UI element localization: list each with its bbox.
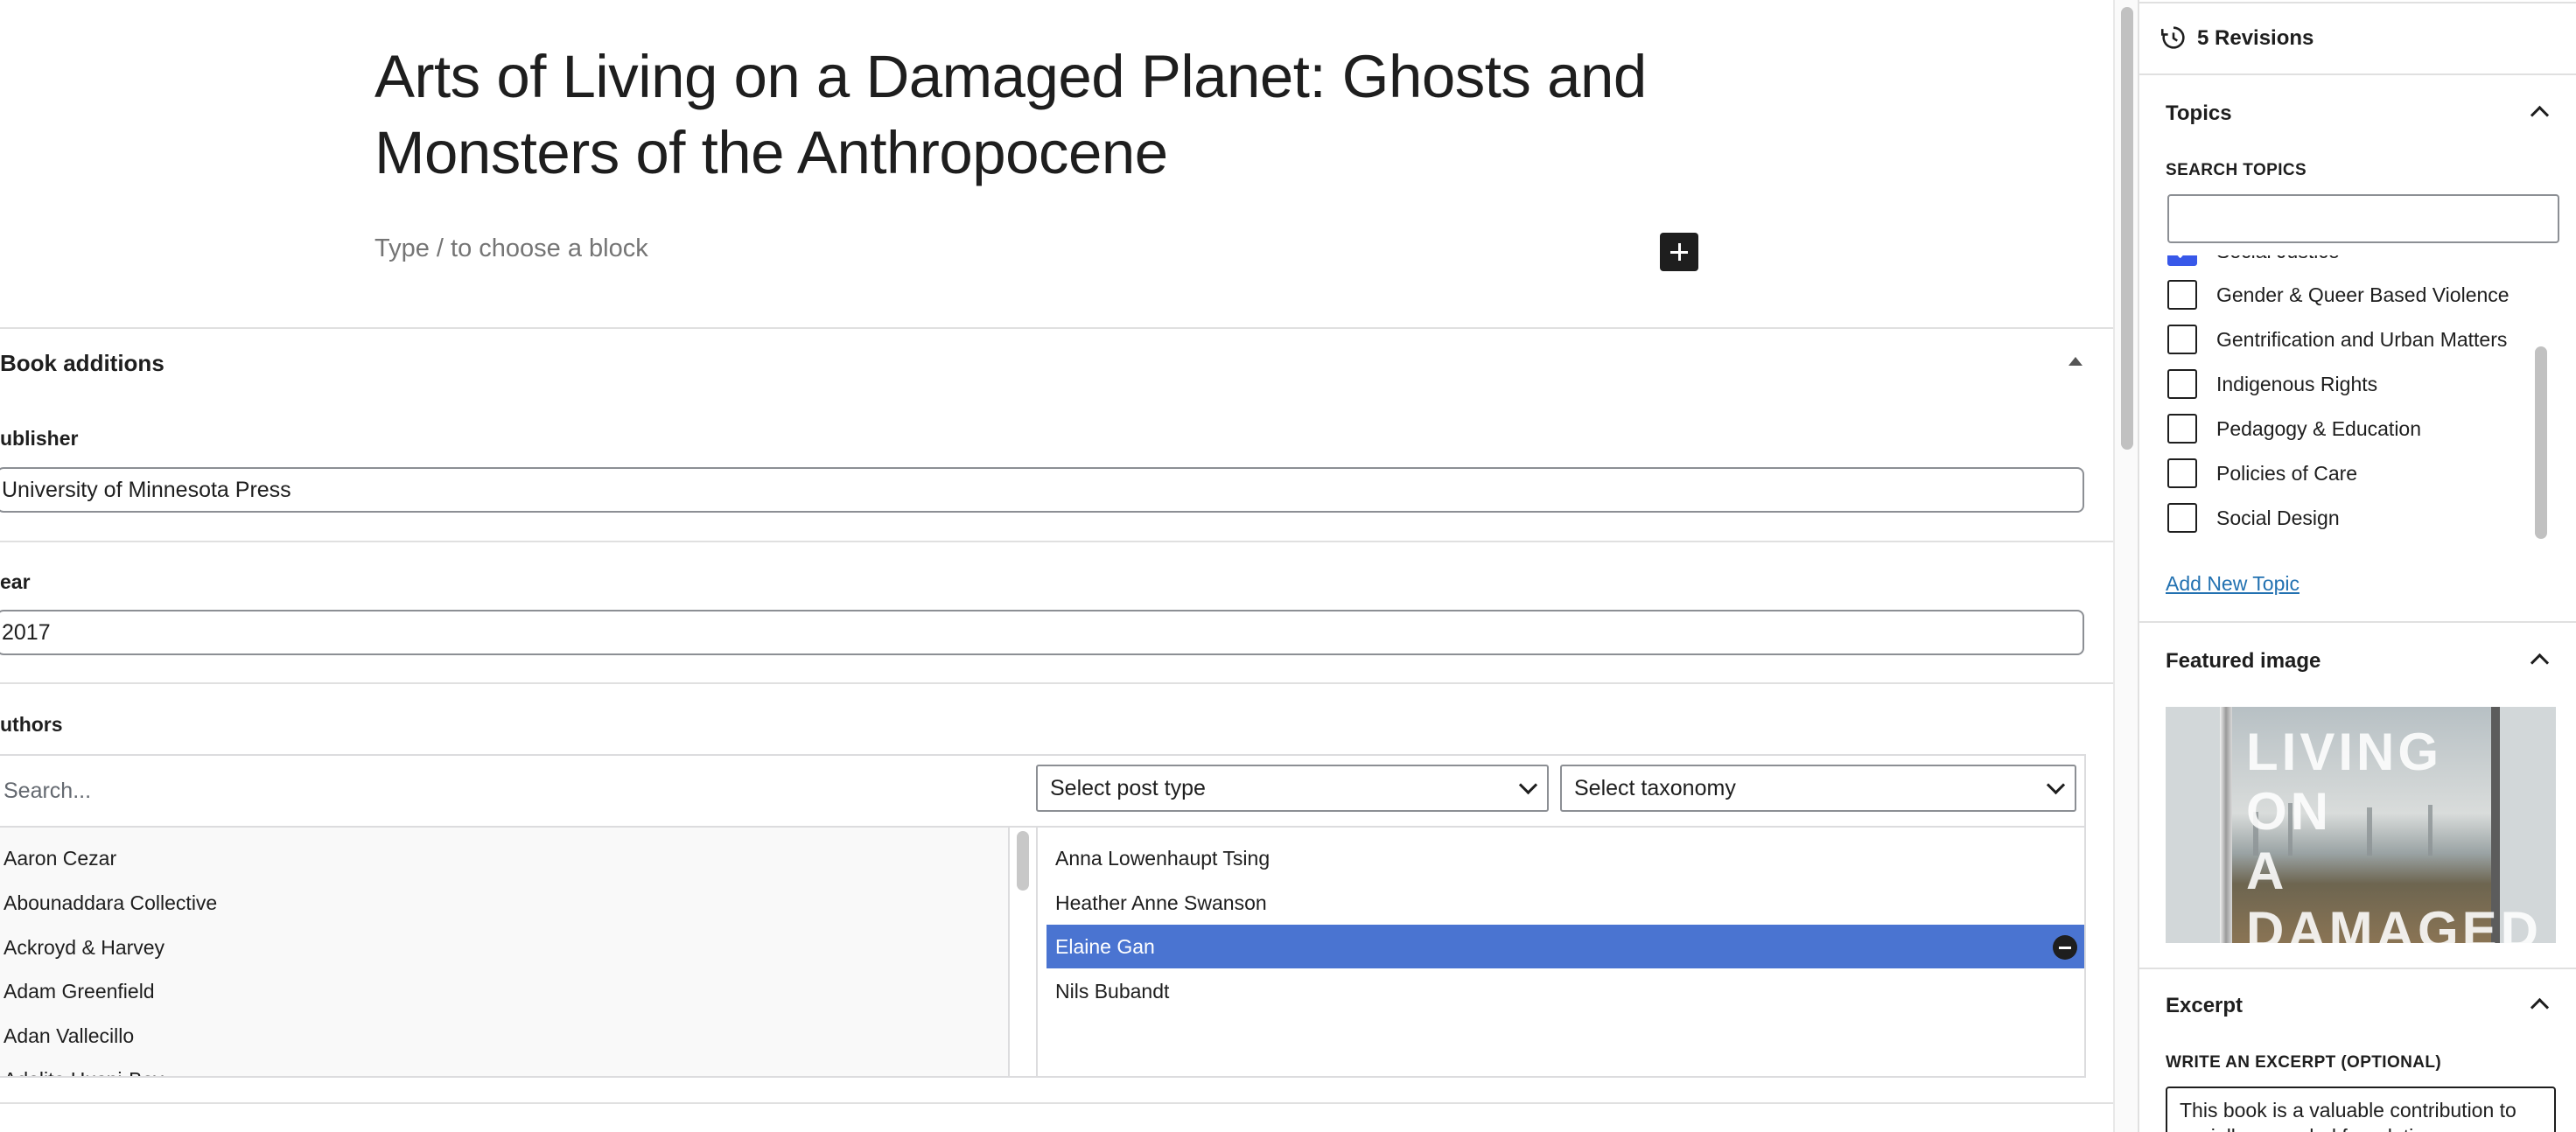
cover-text: DAMAGED	[2246, 901, 2542, 943]
post-type-select[interactable]: Select post type	[1036, 765, 1549, 812]
selected-author[interactable]: Heather Anne Swanson	[1046, 881, 2084, 925]
topic-item[interactable]: Social Design	[2166, 496, 2551, 540]
author-choice[interactable]: Aaron Cezar	[4, 836, 116, 880]
divider	[0, 327, 2113, 329]
checkbox[interactable]	[2167, 503, 2197, 533]
topics-scrollbar[interactable]	[2535, 346, 2547, 539]
topic-label: Indigenous Rights	[2216, 373, 2378, 395]
book-cover-image: LIVING ON A DAMAGED	[2166, 707, 2556, 943]
collapse-arrow-icon[interactable]	[2068, 357, 2082, 366]
excerpt-textarea[interactable]: This book is a valuable contribution to …	[2166, 1087, 2556, 1132]
featured-image[interactable]: LIVING ON A DAMAGED	[2166, 707, 2556, 943]
topic-item[interactable]: Gentrification and Urban Matters	[2166, 318, 2551, 361]
publisher-label: ublisher	[0, 427, 79, 450]
chevron-down-icon	[1518, 775, 1538, 795]
search-topics-input[interactable]	[2167, 194, 2559, 243]
add-new-topic-link[interactable]: Add New Topic	[2166, 572, 2300, 596]
chevron-down-icon	[2046, 775, 2066, 795]
topic-label: Policies of Care	[2216, 462, 2358, 485]
chevron-up-icon[interactable]	[2530, 105, 2550, 125]
topic-label: Gender & Queer Based Violence	[2216, 283, 2510, 306]
divider	[0, 1102, 2113, 1104]
plus-icon[interactable]	[1660, 233, 1698, 271]
cover-text: A	[2246, 842, 2287, 900]
checkbox[interactable]	[2167, 325, 2197, 354]
author-choice[interactable]: Ackroyd & Harvey	[4, 926, 164, 969]
checkbox[interactable]	[2167, 458, 2197, 488]
author-choice[interactable]: Abounaddara Collective	[4, 881, 217, 925]
excerpt-panel-title[interactable]: Excerpt	[2166, 994, 2243, 1018]
selected-authors-list: Anna Lowenhaupt Tsing Heather Anne Swans…	[1036, 828, 2084, 1076]
editor-scrollbar[interactable]	[2121, 7, 2133, 450]
divider	[2139, 621, 2576, 623]
taxonomy-select[interactable]: Select taxonomy	[1560, 765, 2076, 812]
topic-item[interactable]: Pedagogy & Education	[2166, 407, 2551, 451]
metabox-title[interactable]: Book additions	[0, 350, 164, 377]
topic-label: Gentrification and Urban Matters	[2216, 328, 2508, 351]
selected-author-highlighted[interactable]: Elaine Gan	[1046, 925, 2084, 968]
publisher-input[interactable]: University of Minnesota Press	[0, 467, 2084, 513]
taxonomy-select-label: Select taxonomy	[1574, 776, 1736, 800]
topic-item[interactable]: Indigenous Rights	[2166, 362, 2551, 406]
checkbox[interactable]	[2167, 369, 2197, 399]
author-choice[interactable]: Adelita Husni-Bey	[4, 1058, 164, 1076]
divider	[2139, 73, 2576, 75]
topics-checklist: Social Justice Gender & Queer Based Viol…	[2166, 255, 2576, 544]
topic-item[interactable]: Social Justice	[2166, 255, 2551, 273]
topic-item[interactable]: Gender & Queer Based Violence	[2166, 273, 2551, 317]
excerpt-label: WRITE AN EXCERPT (OPTIONAL)	[2166, 1053, 2442, 1072]
topics-panel-title[interactable]: Topics	[2166, 101, 2232, 126]
topic-label: Pedagogy & Education	[2216, 417, 2422, 440]
block-placeholder[interactable]: Type / to choose a block	[374, 234, 648, 263]
year-label: ear	[0, 570, 31, 593]
authors-label: uthors	[0, 713, 63, 736]
post-title[interactable]: Arts of Living on a Damaged Planet: Ghos…	[374, 38, 1740, 191]
checkbox-checked[interactable]	[2167, 255, 2197, 266]
year-input[interactable]: 2017	[0, 610, 2084, 655]
remove-icon[interactable]	[2053, 935, 2077, 960]
chevron-up-icon[interactable]	[2530, 997, 2550, 1017]
chevron-up-icon[interactable]	[2530, 653, 2550, 673]
divider	[2139, 968, 2576, 969]
topic-item[interactable]: Policies of Care	[2166, 451, 2551, 495]
history-icon	[2159, 23, 2188, 52]
relationship-filters: Search... Select post type Select taxono…	[0, 756, 2084, 828]
author-choice[interactable]: Adam Greenfield	[4, 969, 155, 1013]
authors-relationship-field: Search... Select post type Select taxono…	[0, 754, 2086, 1078]
checkbox[interactable]	[2167, 280, 2197, 310]
divider	[0, 541, 2113, 542]
authors-search-input[interactable]: Search...	[0, 756, 1036, 826]
divider	[2139, 2, 2576, 3]
editor-canvas: Arts of Living on a Damaged Planet: Ghos…	[0, 0, 2113, 1132]
featured-image-panel-title[interactable]: Featured image	[2166, 649, 2320, 674]
selected-author-label: Elaine Gan	[1055, 935, 1155, 958]
topic-label: Social Justice	[2216, 255, 2340, 263]
author-choices-list: Aaron Cezar Abounaddara Collective Ackro…	[0, 828, 1010, 1076]
settings-sidebar: 5 Revisions Topics SEARCH TOPICS Social …	[2138, 0, 2576, 1132]
topic-label: Social Design	[2216, 507, 2340, 529]
selected-author[interactable]: Nils Bubandt	[1046, 969, 2084, 1013]
author-choice[interactable]: Adan Vallecillo	[4, 1014, 134, 1058]
divider	[0, 682, 2113, 684]
search-topics-label: SEARCH TOPICS	[2166, 161, 2307, 179]
checkbox[interactable]	[2167, 414, 2197, 444]
cover-text: LIVING	[2246, 723, 2442, 781]
revisions-link[interactable]: 5 Revisions	[2197, 26, 2314, 51]
choices-scrollbar[interactable]	[1017, 831, 1029, 891]
post-type-select-label: Select post type	[1050, 776, 1206, 800]
selected-author[interactable]: Anna Lowenhaupt Tsing	[1046, 836, 2084, 880]
cover-text: ON	[2246, 782, 2332, 841]
